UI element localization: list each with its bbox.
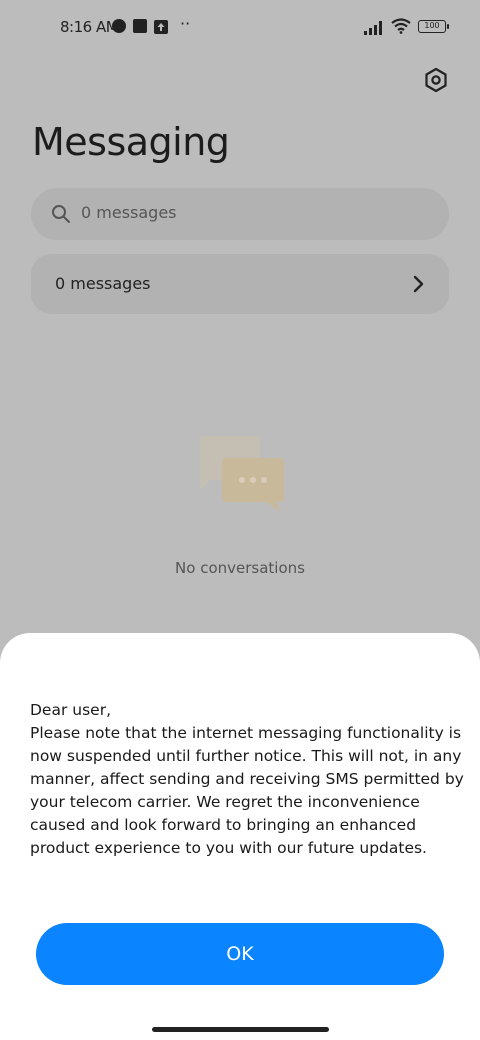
status-bar: 8:16 AM ·· 100	[0, 0, 480, 56]
chat-bubbles-icon	[200, 436, 284, 512]
more-notifications-indicator: ··	[180, 14, 191, 33]
data-saver-icon	[112, 19, 126, 33]
page-title: Messaging	[32, 120, 230, 164]
signal-icon	[364, 20, 386, 35]
status-time: 8:16 AM	[60, 18, 119, 36]
notice-dialog: Dear user, Please note that the internet…	[0, 633, 480, 1040]
search-icon	[52, 205, 70, 223]
empty-state-text: No conversations	[175, 559, 305, 577]
messages-row[interactable]: 0 messages	[31, 254, 449, 314]
search-input[interactable]: 0 messages	[31, 188, 449, 240]
upload-icon	[154, 19, 168, 34]
messages-row-label: 0 messages	[55, 274, 151, 293]
gear-icon	[425, 67, 447, 93]
battery-icon: 100	[418, 20, 449, 33]
wifi-icon	[391, 18, 411, 34]
home-indicator[interactable]	[152, 1027, 329, 1032]
ok-button[interactable]: OK	[36, 923, 444, 985]
settings-button[interactable]	[418, 62, 454, 98]
search-placeholder: 0 messages	[81, 203, 177, 222]
square-notification-icon	[133, 19, 147, 33]
notice-message: Dear user, Please note that the internet…	[30, 701, 464, 857]
chevron-right-icon	[413, 275, 424, 293]
